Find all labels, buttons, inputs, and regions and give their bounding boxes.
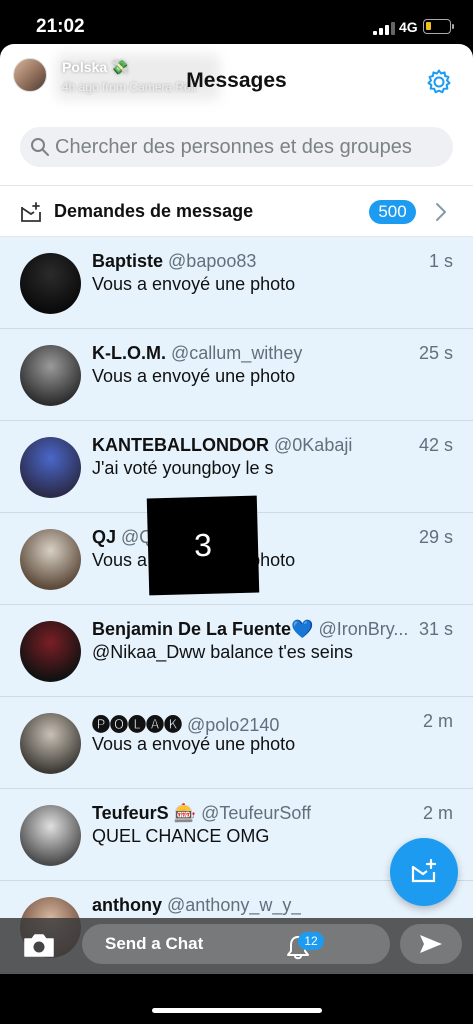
home-indicator <box>152 1008 322 1013</box>
status-time: 21:02 <box>36 16 85 37</box>
message-requests-label: Demandes de message <box>54 201 254 221</box>
conversation-row[interactable]: 🅟🅞🅛🅐🅚 @polo2140 2 m Vous a envoyé une phot… <box>0 697 473 789</box>
conversation-avatar[interactable] <box>20 805 81 866</box>
conversation-display-name: K-L.O.M. <box>92 343 166 363</box>
header: Polska 💸 4h ago from Camera Roll Message… <box>0 44 473 122</box>
conversation-row[interactable]: Benjamin De La Fuente💙 @IronBry... 31 s @N… <box>0 605 473 697</box>
network-label: 4G <box>399 19 418 35</box>
message-requests-count-badge: 500 <box>369 200 416 224</box>
conversation-handle: @polo2140 <box>187 715 280 735</box>
status-bar: 21:02 4G <box>0 0 473 44</box>
conversation-handle: @bapoo83 <box>168 251 257 271</box>
camera-icon[interactable] <box>22 931 56 959</box>
conversation-preview: Vous a envoyé une photo <box>92 366 296 386</box>
conversation-display-name: TeufeurS 🎰 <box>92 803 197 823</box>
page-title: Messages <box>186 69 287 92</box>
conversation-display-name: Baptiste <box>92 251 164 271</box>
conversation-avatar[interactable] <box>20 345 81 406</box>
conversation-avatar[interactable] <box>20 621 81 682</box>
gear-icon[interactable] <box>425 68 453 96</box>
conversation-avatar[interactable] <box>20 253 81 314</box>
search-input[interactable]: Chercher des personnes et des groupes <box>20 127 453 167</box>
conversation-preview: @Nikaa_Dww balance t'es seins <box>92 642 353 662</box>
conversation-avatar[interactable] <box>20 529 81 590</box>
send-arrow-icon <box>420 935 442 953</box>
conversation-row[interactable]: Baptiste @bapoo83 1 s Vous a envoyé une ph… <box>0 237 473 329</box>
conversation-name: K-L.O.M. @callum_withey <box>92 343 302 364</box>
conversation-display-name: anthony <box>92 895 162 915</box>
conversation-display-name: Benjamin De La Fuente💙 <box>92 619 314 639</box>
send-chat-label: Send a Chat <box>105 934 204 953</box>
message-requests-row[interactable]: Demandes de message 500 <box>0 185 473 237</box>
conversation-avatar[interactable] <box>20 437 81 498</box>
conversation-name: Benjamin De La Fuente💙 @IronBry... <box>92 619 408 640</box>
notification-count-badge: 12 <box>298 932 324 950</box>
conversation-avatar[interactable] <box>20 713 81 774</box>
conversation-time: 2 m <box>422 711 453 731</box>
conversation-handle: @0Kabaji <box>274 435 353 455</box>
conversation-name: TeufeurS 🎰 @TeufeurSoff <box>92 803 311 824</box>
conversation-name: KANTEBALLONDOR @0Kabaji <box>92 435 352 456</box>
chevron-right-icon <box>436 203 446 221</box>
search-icon <box>31 138 49 156</box>
snapchat-reply-bar: Send a Chat <box>0 918 473 974</box>
conversation-display-name: 🅟🅞🅛🅐🅚 <box>92 715 182 735</box>
conversation-handle: @IronBry... <box>318 619 409 639</box>
conversation-time: 2 m <box>422 803 453 823</box>
conversation-name: QJ @Q <box>92 527 153 548</box>
conversation-row[interactable]: K-L.O.M. @callum_withey 25 s Vous a envoyé… <box>0 329 473 421</box>
redaction-sticker: 3 <box>146 495 260 596</box>
conversation-preview: Vous a envoyé une photo <box>92 274 296 294</box>
conversation-handle: @callum_withey <box>171 343 303 363</box>
send-chat-input[interactable]: Send a Chat <box>82 924 390 964</box>
battery-icon <box>423 19 454 34</box>
compose-message-icon <box>411 858 437 883</box>
conversation-display-name: KANTEBALLONDOR <box>92 435 269 455</box>
send-button[interactable] <box>400 924 462 964</box>
conversation-preview: J'ai voté youngboy le s <box>92 458 274 478</box>
conversation-time: 31 s <box>418 619 453 639</box>
conversation-time: 25 s <box>418 343 453 363</box>
conversation-time: 42 s <box>418 435 453 455</box>
conversation-time: 1 s <box>428 251 453 271</box>
message-request-icon <box>21 202 41 222</box>
conversation-name: Baptiste @bapoo83 <box>92 251 256 272</box>
conversation-name: anthony @anthony_w_y_ <box>92 895 301 916</box>
search-placeholder: Chercher des personnes et des groupes <box>55 136 412 158</box>
conversation-time: 29 s <box>418 527 453 547</box>
conversation-handle: @anthony_w_y_ <box>167 895 302 915</box>
conversation-display-name: QJ <box>92 527 117 547</box>
new-message-button[interactable] <box>390 838 458 906</box>
signal-icon <box>373 21 395 35</box>
conversation-preview: Vous a envoyé une photo <box>92 734 296 754</box>
conversation-handle: @TeufeurSoff <box>201 803 312 823</box>
conversation-preview: QUEL CHANCE OMG <box>92 826 270 846</box>
